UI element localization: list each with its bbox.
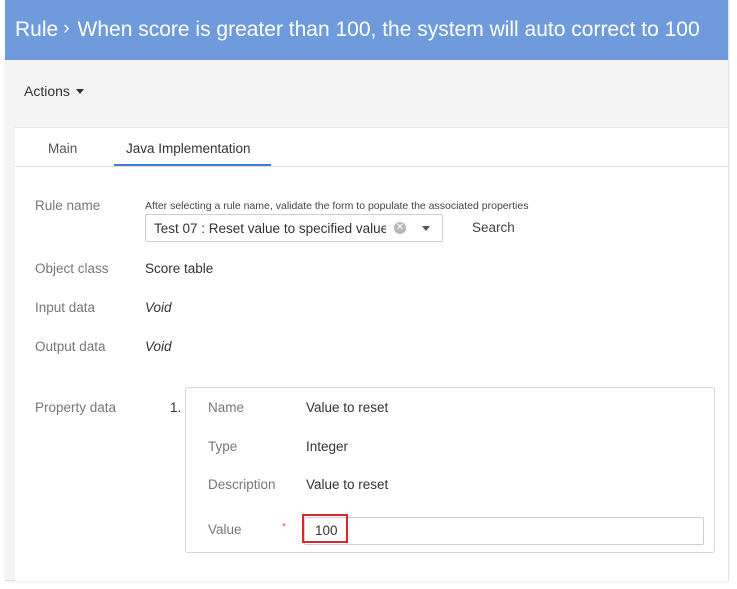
input-data-label: Input data — [35, 300, 96, 315]
chevron-right-icon: › — [63, 18, 70, 39]
object-class-label: Object class — [35, 261, 109, 276]
content-panel: Main Java Implementation Rule name After… — [15, 127, 728, 581]
rule-name-label: Rule name — [35, 198, 101, 213]
rule-window: Rule › When score is greater than 100, t… — [5, 0, 729, 581]
property-description-value: Value to reset — [306, 477, 389, 492]
output-data-value: Void — [145, 339, 172, 354]
output-data-label: Output data — [35, 339, 106, 354]
property-description-label: Description — [208, 477, 276, 492]
rule-name-select[interactable]: Test 07 : Reset value to specified value… — [145, 214, 443, 242]
property-type-value: Integer — [306, 439, 349, 454]
property-type-label: Type — [208, 439, 238, 454]
title-prefix: Rule — [15, 18, 59, 41]
caret-down-icon — [75, 88, 84, 94]
page-title: When score is greater than 100, the syst… — [77, 18, 700, 41]
tab-main[interactable]: Main — [48, 141, 77, 156]
input-data-value: Void — [145, 300, 172, 315]
property-item-card: Name Value to reset Type Integer Descrip… — [185, 387, 715, 553]
property-name-label: Name — [208, 400, 245, 415]
tab-java-implementation[interactable]: Java Implementation — [126, 141, 251, 156]
search-button[interactable]: Search — [472, 220, 515, 235]
actions-menu-button[interactable]: Actions — [24, 83, 84, 99]
circle-x-icon[interactable]: ✕ — [394, 222, 406, 234]
caret-down-icon[interactable] — [422, 225, 430, 231]
value-highlight-box — [302, 514, 348, 543]
active-tab-indicator — [114, 164, 271, 166]
title-bar: Rule › When score is greater than 100, t… — [5, 0, 728, 60]
property-value-input[interactable]: 100 — [304, 517, 704, 545]
property-data-label: Property data — [35, 400, 117, 415]
rule-name-selected: Test 07 : Reset value to specified value — [154, 220, 386, 236]
property-value-label: Value — [208, 522, 242, 537]
tab-bar: Main Java Implementation — [15, 128, 728, 167]
object-class-value: Score table — [145, 261, 214, 276]
rule-name-hint: After selecting a rule name, validate th… — [145, 200, 529, 212]
property-item-number: 1. — [170, 400, 182, 415]
required-marker: * — [282, 522, 286, 533]
actions-label: Actions — [24, 83, 70, 99]
property-name-value: Value to reset — [306, 400, 389, 415]
